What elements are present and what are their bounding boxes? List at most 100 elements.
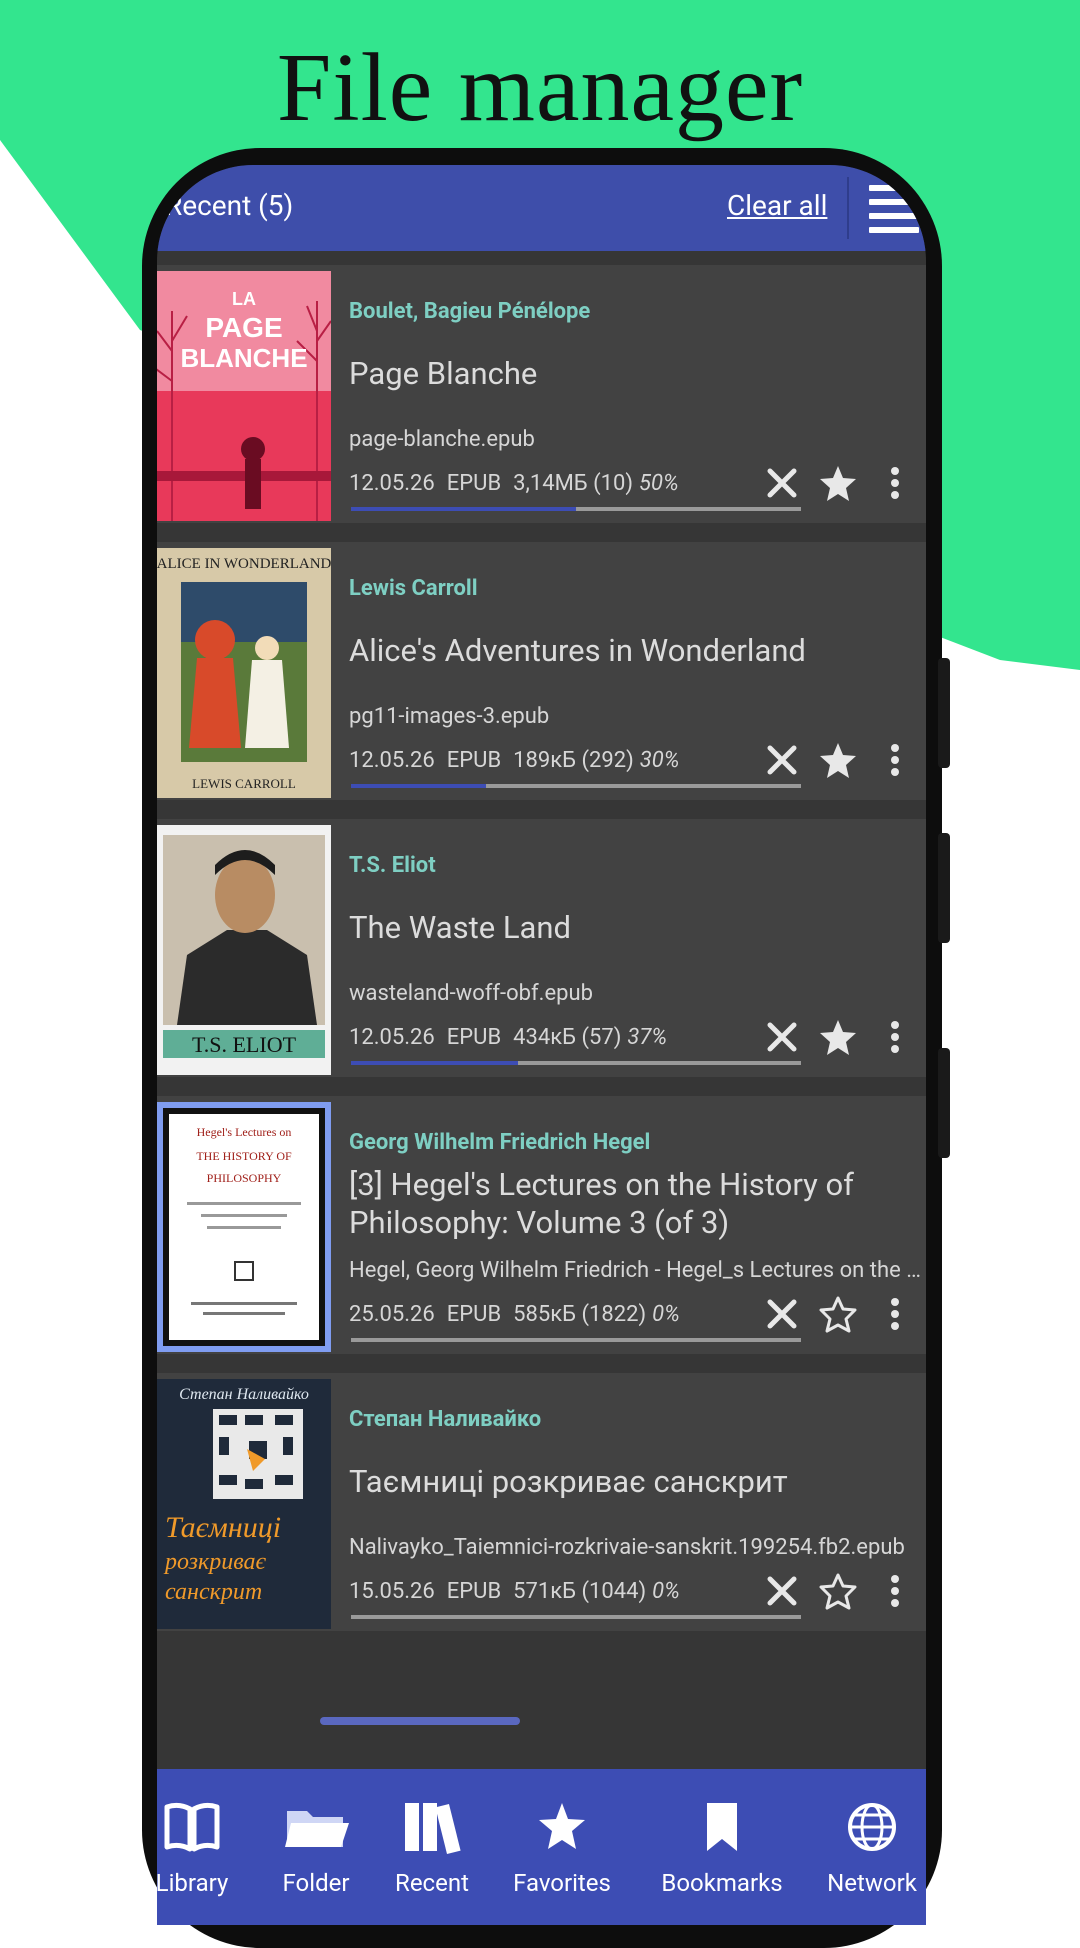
book-date: 12.05.26 xyxy=(349,748,435,773)
nav-label: Bookmarks xyxy=(661,1869,783,1897)
star-icon xyxy=(539,1803,585,1849)
phone-button xyxy=(938,658,950,768)
book-cover[interactable]: T.S. ELIOT xyxy=(157,825,331,1075)
nav-recent[interactable]: Recent xyxy=(357,1769,507,1925)
svg-text:Hegel's Lectures on: Hegel's Lectures on xyxy=(197,1125,292,1139)
remove-icon[interactable] xyxy=(762,740,802,780)
list-item[interactable]: LA PAGE BLANCHE Boulet, Bagieu Pénélope … xyxy=(157,265,926,523)
book-percent: 37% xyxy=(627,1025,667,1050)
top-app-bar: Recent (5) Clear all xyxy=(157,165,926,251)
book-meta: 12.05.26 EPUB 3,14МБ (10) 50% xyxy=(349,471,679,496)
star-outline-icon[interactable] xyxy=(818,1294,858,1334)
hamburger-icon[interactable] xyxy=(869,185,919,233)
bottom-navigation: Library Folder Recent Favorites Bookmark… xyxy=(157,1769,926,1925)
svg-text:санскрит: санскрит xyxy=(165,1579,262,1605)
book-size: 571кБ (1044) xyxy=(513,1579,647,1604)
recent-book-list: LA PAGE BLANCHE Boulet, Bagieu Pénélope … xyxy=(157,265,926,1650)
book-percent: 50% xyxy=(639,471,679,496)
book-author: Boulet, Bagieu Pénélope xyxy=(349,299,591,324)
star-outline-icon[interactable] xyxy=(818,1571,858,1611)
book-filename: Hegel, Georg Wilhelm Friedrich - Hegel_s… xyxy=(349,1258,921,1283)
book-size: 189кБ (292) xyxy=(513,748,634,773)
book-cover[interactable]: LA PAGE BLANCHE xyxy=(157,271,331,521)
book-filename: wasteland-woff-obf.epub xyxy=(349,981,593,1006)
bookmark-icon xyxy=(707,1803,737,1851)
book-title: The Waste Land xyxy=(349,909,571,946)
svg-text:THE HISTORY OF: THE HISTORY OF xyxy=(196,1149,292,1163)
book-author: T.S. Eliot xyxy=(349,853,436,878)
book-date: 12.05.26 xyxy=(349,1025,435,1050)
reading-progress-bar xyxy=(351,1338,801,1342)
book-cover[interactable]: Hegel's Lectures on THE HISTORY OF PHILO… xyxy=(157,1102,331,1352)
remove-icon[interactable] xyxy=(762,1571,802,1611)
book-filename: page-blanche.epub xyxy=(349,427,535,452)
phone-screen: Recent (5) Clear all LA PAGE BLANCHE Bou… xyxy=(157,165,926,1925)
phone-button xyxy=(938,1048,950,1158)
more-vert-icon[interactable] xyxy=(875,463,915,503)
list-item[interactable]: ALICE IN WONDERLAND LEWIS CARROLL Lewis … xyxy=(157,542,926,800)
book-cover[interactable]: ALICE IN WONDERLAND LEWIS CARROLL xyxy=(157,548,331,798)
book-meta: 12.05.26 EPUB 189кБ (292) 30% xyxy=(349,748,679,773)
list-item[interactable]: Hegel's Lectures on THE HISTORY OF PHILO… xyxy=(157,1096,926,1354)
nav-favorites[interactable]: Favorites xyxy=(487,1769,637,1925)
svg-text:PAGE: PAGE xyxy=(205,312,282,343)
remove-icon[interactable] xyxy=(762,1294,802,1334)
book-format: EPUB xyxy=(446,471,502,496)
clear-all-link[interactable]: Clear all xyxy=(727,189,827,222)
book-date: 12.05.26 xyxy=(349,471,435,496)
more-vert-icon[interactable] xyxy=(875,740,915,780)
books-shelf-icon xyxy=(405,1803,461,1854)
svg-text:PHILOSOPHY: PHILOSOPHY xyxy=(207,1171,282,1185)
book-author: Georg Wilhelm Friedrich Hegel xyxy=(349,1130,651,1155)
more-vert-icon[interactable] xyxy=(875,1294,915,1334)
nav-label: Recent xyxy=(395,1869,469,1897)
star-filled-icon[interactable] xyxy=(818,463,858,503)
svg-text:BLANCHE: BLANCHE xyxy=(180,343,307,373)
more-vert-icon[interactable] xyxy=(875,1017,915,1057)
promo-title: File manager xyxy=(276,34,804,142)
svg-text:ALICE IN WONDERLAND: ALICE IN WONDERLAND xyxy=(157,556,331,572)
nav-network[interactable]: Network xyxy=(797,1769,926,1925)
book-date: 15.05.26 xyxy=(349,1579,435,1604)
nav-label: Network xyxy=(827,1869,917,1897)
book-title: Alice's Adventures in Wonderland xyxy=(349,632,806,669)
book-percent: 30% xyxy=(639,748,680,773)
book-title: [3] Hegel's Lectures on the History of P… xyxy=(349,1166,854,1241)
book-size: 434кБ (57) xyxy=(513,1025,622,1050)
book-meta: 12.05.26 EPUB 434кБ (57) 37% xyxy=(349,1025,667,1050)
nav-label: Favorites xyxy=(513,1869,611,1897)
nav-bookmarks[interactable]: Bookmarks xyxy=(637,1769,807,1925)
globe-icon xyxy=(848,1803,896,1851)
book-format: EPUB xyxy=(446,1025,502,1050)
book-format: EPUB xyxy=(446,748,502,773)
svg-text:Степан Наливайко: Степан Наливайко xyxy=(179,1386,309,1403)
book-filename: Nalivayko_Taiemnici-rozkrivaie-sanskrit.… xyxy=(349,1535,905,1560)
svg-text:розкриває: розкриває xyxy=(163,1549,267,1575)
remove-icon[interactable] xyxy=(762,1017,802,1057)
svg-text:LA: LA xyxy=(232,289,256,309)
svg-text:Таємниці: Таємниці xyxy=(165,1511,281,1544)
star-filled-icon[interactable] xyxy=(818,1017,858,1057)
star-filled-icon[interactable] xyxy=(818,740,858,780)
phone-button xyxy=(938,833,950,943)
reading-progress-bar xyxy=(351,784,801,788)
book-percent: 0% xyxy=(652,1302,680,1327)
book-meta: 15.05.26 EPUB 571кБ (1044) 0% xyxy=(349,1579,680,1604)
gesture-bar xyxy=(320,1717,520,1725)
book-title: Page Blanche xyxy=(349,355,538,392)
book-title: Таємниці розкриває санскрит xyxy=(349,1463,788,1500)
book-date: 25.05.26 xyxy=(349,1302,435,1327)
book-format: EPUB xyxy=(446,1579,502,1604)
page-title: Recent (5) xyxy=(165,189,294,222)
book-meta: 25.05.26 EPUB 585кБ (1822) 0% xyxy=(349,1302,680,1327)
remove-icon[interactable] xyxy=(762,463,802,503)
book-cover[interactable]: Степан Наливайко Таємниці розкриває санс… xyxy=(157,1379,331,1629)
more-vert-icon[interactable] xyxy=(875,1571,915,1611)
list-item[interactable]: Степан Наливайко Таємниці розкриває санс… xyxy=(157,1373,926,1631)
appbar-divider xyxy=(847,177,849,239)
list-item[interactable]: T.S. ELIOT T.S. Eliot The Waste Land was… xyxy=(157,819,926,1077)
book-percent: 0% xyxy=(652,1579,680,1604)
book-author: Степан Наливайко xyxy=(349,1407,542,1432)
book-author: Lewis Carroll xyxy=(349,576,478,601)
svg-text:LEWIS CARROLL: LEWIS CARROLL xyxy=(192,776,296,791)
